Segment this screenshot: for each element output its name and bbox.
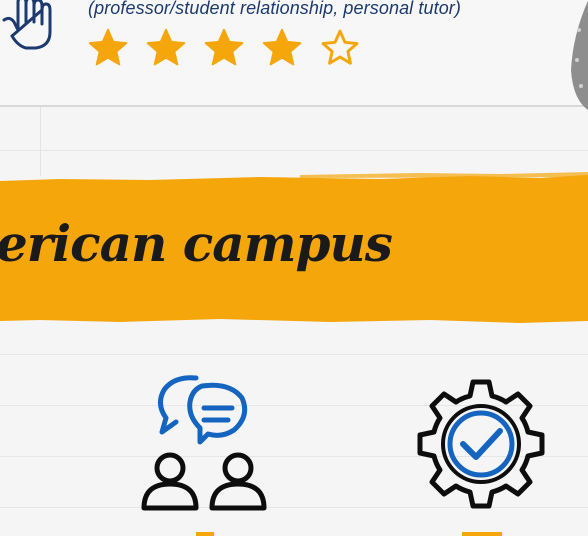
star-icon	[146, 28, 186, 66]
gear-check-icon	[417, 379, 545, 509]
margin-line	[40, 106, 41, 176]
review-text: (professor/student relationship, persona…	[88, 0, 461, 18]
accent-tick	[462, 532, 502, 536]
star-outline-icon	[321, 29, 359, 65]
accent-tick	[196, 532, 214, 536]
star-icon	[204, 28, 244, 66]
star-rating	[86, 26, 362, 70]
hand-icon	[2, 0, 52, 50]
leaf-decoration	[571, 0, 588, 110]
star-icon	[262, 28, 302, 66]
banner-title: erican campus	[0, 214, 393, 273]
people-chat-icon	[141, 375, 267, 511]
star-icon	[88, 28, 128, 66]
